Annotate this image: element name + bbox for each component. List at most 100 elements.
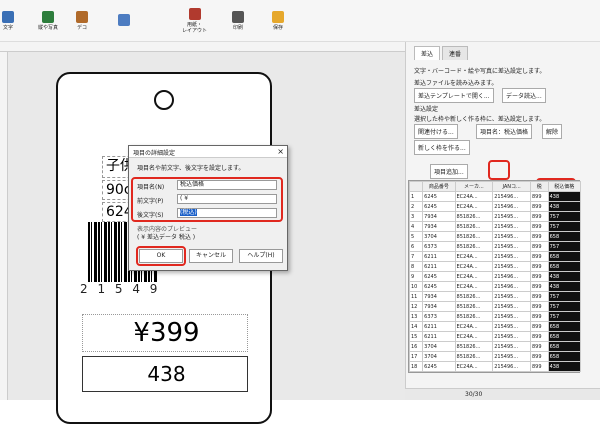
add-item-button[interactable]: 項目追加... <box>430 164 468 179</box>
table-cell: 6245 <box>422 281 456 292</box>
barcode-digits: 2 1 5 4 9 <box>80 282 161 296</box>
table-cell: 851826... <box>454 211 494 222</box>
table-cell: 215495... <box>492 311 531 322</box>
table-cell: 899 <box>529 231 549 242</box>
price-value-field[interactable]: 438 <box>82 356 248 392</box>
table-row[interactable]: 9 6245 EC24A... 215496... 899 438 <box>408 271 582 282</box>
table-row[interactable]: 14 6211 EC24A... 215495... 899 658 <box>408 321 582 332</box>
cancel-button[interactable]: キャンセル <box>189 249 233 263</box>
table-cell: EC24A... <box>454 271 494 282</box>
table-row[interactable]: 8 6211 EC24A... 215495... 899 658 <box>408 261 582 272</box>
table-cell: 215495... <box>492 321 531 332</box>
column-header[interactable]: 税込価格 <box>547 181 582 192</box>
table-cell: 899 <box>529 221 549 232</box>
table-row[interactable]: 16 3704 851826... 215495... 899 658 <box>408 341 582 352</box>
table-cell: 438 <box>547 361 582 372</box>
new-frame-button[interactable]: 新しく枠を作る... <box>414 140 470 155</box>
delete-button[interactable]: 解除 <box>542 124 563 139</box>
table-header-row: 商品番号 メーカ... JANコ... 税税込価格 <box>408 181 582 192</box>
table-cell: 757 <box>547 311 582 322</box>
table-cell: 658 <box>547 261 582 272</box>
tab-merge[interactable]: 差込 <box>414 46 441 60</box>
table-row[interactable]: 12 7934 851826... 215495... 899 757 <box>408 301 582 312</box>
column-header[interactable]: JANコ... <box>492 181 531 192</box>
table-row[interactable]: 15 6211 EC24A... 215495... 899 658 <box>408 331 582 342</box>
table-cell: 7934 <box>422 301 456 312</box>
table-cell: EC24A... <box>454 321 494 332</box>
table-cell: 757 <box>547 211 582 222</box>
table-cell: 215495... <box>492 341 531 352</box>
item-detail-dialog[interactable]: 項目の詳細設定 × 項目名や前文字、後文字を設定します。 項目名(N) 税込価格 … <box>128 145 288 271</box>
table-cell: 215495... <box>492 241 531 252</box>
table-row[interactable]: 11 7934 851826... 215495... 899 757 <box>408 291 582 302</box>
column-header[interactable]: 商品番号 <box>422 181 456 192</box>
table-cell: 7 <box>408 251 424 262</box>
link-button[interactable]: 関連付ける... <box>414 124 458 139</box>
vertical-ruler <box>0 52 8 400</box>
table-cell: 215496... <box>492 281 531 292</box>
table-row[interactable]: 4 7934 851826... 215495... 899 757 <box>408 221 582 232</box>
table-cell: 899 <box>529 301 549 312</box>
table-cell: 215496... <box>492 191 531 202</box>
table-row[interactable]: 3 7934 851826... 215495... 899 757 <box>408 211 582 222</box>
price-field[interactable]: ¥399 <box>82 314 248 352</box>
table-cell: 215495... <box>492 351 531 362</box>
table-cell: 6211 <box>422 251 456 262</box>
data-load-button[interactable]: データ読込... <box>502 88 546 103</box>
data-grid[interactable]: 商品番号 メーカ... JANコ... 税税込価格 1 6245 EC24A... 21549… <box>408 180 582 373</box>
table-row[interactable]: 13 6373 851826... 215495... 899 757 <box>408 311 582 322</box>
table-cell: 8 <box>408 261 424 272</box>
column-header[interactable]: 税 <box>529 181 549 192</box>
table-cell: EC24A... <box>454 251 494 262</box>
toolbar-item[interactable] <box>118 6 130 36</box>
table-cell: 18 <box>408 361 424 372</box>
fields-highlight <box>131 177 283 222</box>
preview-text: ( ¥ 差込データ 税込 ) <box>137 234 196 241</box>
table-cell: 12 <box>408 301 424 312</box>
table-cell: 851826... <box>454 351 494 362</box>
table-cell: 215495... <box>492 301 531 312</box>
table-row[interactable]: 17 3704 851826... 215495... 899 658 <box>408 351 582 362</box>
table-cell: 899 <box>529 241 549 252</box>
table-cell: 7934 <box>422 211 456 222</box>
deco-icon <box>76 11 88 23</box>
table-cell: EC24A... <box>454 361 494 372</box>
table-cell: 10 <box>408 281 424 292</box>
table-row[interactable]: 18 6245 EC24A... 215496... 899 438 <box>408 361 582 372</box>
toolbar-item[interactable]: 文字 <box>2 6 14 36</box>
column-header[interactable] <box>408 181 424 192</box>
close-icon[interactable]: × <box>277 147 284 156</box>
table-cell: 7934 <box>422 221 456 232</box>
toolbar-item[interactable]: 縦や写真 <box>38 6 58 36</box>
tab-serial[interactable]: 連番 <box>442 46 469 60</box>
table-cell: EC24A... <box>454 191 494 202</box>
table-cell: 6245 <box>422 361 456 372</box>
toolbar-item[interactable]: デコ <box>76 6 88 36</box>
toolbar-item[interactable]: 用紙・ レイアウト <box>182 6 207 36</box>
table-cell: 438 <box>547 191 582 202</box>
table-row[interactable]: 1 6245 EC24A... 215496... 899 438 <box>408 191 582 202</box>
table-row[interactable]: 5 3704 851826... 215495... 899 658 <box>408 231 582 242</box>
table-cell: 438 <box>547 281 582 292</box>
template-open-button[interactable]: 差込テンプレートで開く... <box>414 88 494 103</box>
table-row[interactable]: 6 6373 851826... 215495... 899 757 <box>408 241 582 252</box>
table-cell: 658 <box>547 351 582 362</box>
folder-icon <box>272 11 284 23</box>
table-cell: 6245 <box>422 201 456 212</box>
table-cell: 215495... <box>492 221 531 232</box>
table-cell: 3704 <box>422 341 456 352</box>
field-name-button[interactable]: 項目名：税込価格 <box>476 124 533 139</box>
table-cell: EC24A... <box>454 281 494 292</box>
table-row[interactable]: 2 6245 EC24A... 215496... 899 438 <box>408 201 582 212</box>
toolbar-item-label: 保存 <box>272 25 283 31</box>
table-cell: 899 <box>529 191 549 202</box>
table-row[interactable]: 7 6211 EC24A... 215495... 899 658 <box>408 251 582 262</box>
table-row[interactable]: 10 6245 EC24A... 215496... 899 438 <box>408 281 582 292</box>
column-header[interactable]: メーカ... <box>454 181 494 192</box>
table-cell: 1 <box>408 191 424 202</box>
table-cell: 215495... <box>492 331 531 342</box>
toolbar-item[interactable]: 印刷 <box>232 6 244 36</box>
table-cell: 16 <box>408 341 424 352</box>
help-button[interactable]: ヘルプ(H) <box>239 249 283 263</box>
toolbar-item[interactable]: 保存 <box>272 6 284 36</box>
